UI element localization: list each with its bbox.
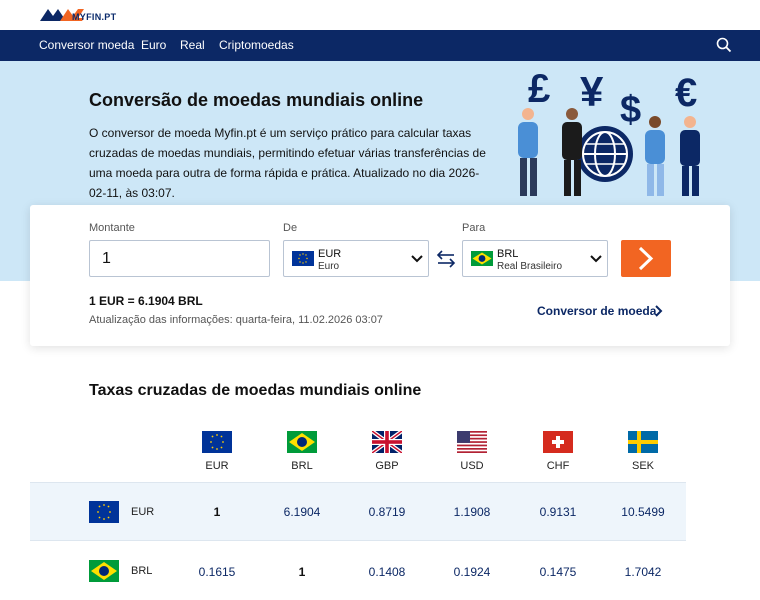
hero-title: Conversão de moedas mundiais online [89,90,424,110]
nav-item-criptomoedas[interactable]: Criptomoedas [219,38,294,52]
column-header-chf: CHF [546,460,570,472]
rate-cell: 1 [298,565,306,579]
svg-text:£: £ [528,67,550,111]
rate-cell[interactable]: 10.5499 [598,505,688,519]
chevron-right-icon [655,305,663,317]
column-header-eur: EUR [205,460,229,472]
sweden-flag-icon [628,431,658,453]
rate-cell[interactable]: 1.1908 [427,505,517,519]
chevron-down-icon [411,255,423,263]
row-currency-eur: EUR [131,506,155,518]
nav-item-euro[interactable]: Euro [141,38,166,52]
eu-flag-icon [292,251,314,266]
from-currency-code: EUR [318,248,342,260]
logo-text: MYFIN.PT [72,12,117,22]
rate-cell[interactable]: 0.1924 [427,565,517,579]
update-info: Atualização das informações: quarta-feir… [89,314,383,326]
from-currency-name: Euro [318,261,340,272]
rate-cell: 1 [213,505,221,519]
from-label: De [283,222,298,234]
brazil-flag-icon [471,251,493,266]
currency-converter-link[interactable]: Conversor de moeda [537,304,656,318]
to-currency-name: Real Brasileiro [497,261,563,272]
rate-cell[interactable]: 6.1904 [257,505,347,519]
to-currency-code: BRL [497,248,519,260]
swap-currencies-icon[interactable] [435,248,457,270]
column-header-gbp: GBP [375,460,399,472]
column-header-usd: USD [460,460,484,472]
cross-rates-title: Taxas cruzadas de moedas mundiais online [89,382,422,399]
search-icon[interactable] [716,37,732,53]
uk-flag-icon [372,431,402,453]
eu-flag-icon [89,501,119,523]
chevron-right-icon [638,246,654,271]
from-currency-select[interactable]: EUR Euro [283,240,429,277]
rate-cell[interactable]: 0.8719 [342,505,432,519]
rate-cell[interactable]: 0.1615 [172,565,262,579]
swiss-flag-icon [543,431,573,453]
svg-text:$: $ [620,89,641,131]
rate-cell[interactable]: 0.1408 [342,565,432,579]
amount-label: Montante [89,222,135,234]
column-header-sek: SEK [631,460,654,472]
to-currency-select[interactable]: BRL Real Brasileiro [462,240,608,277]
top-bar: MYFIN.PT [0,0,760,30]
currency-people-illustration: £ ¥ $ € [518,67,700,196]
rate-cell[interactable]: 0.9131 [513,505,603,519]
column-header-brl: BRL [291,460,313,472]
us-flag-icon [457,431,487,453]
row-currency-brl: BRL [131,565,153,577]
convert-button[interactable] [621,240,671,277]
main-nav: Conversor moeda Euro Real Criptomoedas [0,30,760,61]
hero-description: O conversor de moeda Myfin.pt é um servi… [89,126,486,200]
rate-cell[interactable]: 1.7042 [598,565,688,579]
to-label: Para [462,222,486,234]
rate-cell[interactable]: 0.1475 [513,565,603,579]
conversion-result: 1 EUR = 6.1904 BRL [89,294,203,308]
nav-item-conversor-moeda[interactable]: Conversor moeda [39,38,134,52]
svg-text:¥: ¥ [580,68,604,115]
chevron-down-icon [590,255,602,263]
svg-text:€: € [675,71,697,115]
brazil-flag-icon [287,431,317,453]
nav-item-real[interactable]: Real [180,38,205,52]
brazil-flag-icon [89,560,119,582]
eu-flag-icon [202,431,232,453]
amount-input[interactable] [89,240,270,277]
